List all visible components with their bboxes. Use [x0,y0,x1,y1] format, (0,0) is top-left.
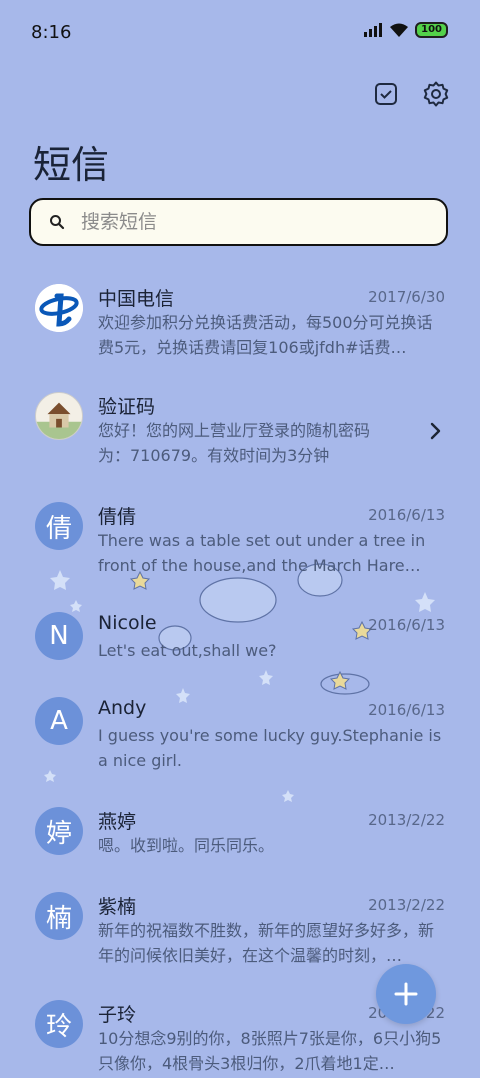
wifi-icon [390,23,409,37]
message-item-qianqian[interactable]: 倩 倩倩 2016/6/13 There was a table set out… [0,488,480,598]
message-item-andy[interactable]: A Andy 2016/6/13 I guess you're some luc… [0,683,480,793]
contact-avatar: 玲 [35,1000,83,1048]
page-title: 短信 [33,143,110,187]
signal-icon [364,23,383,37]
message-preview: 嗯。收到啦。同乐同乐。 [98,836,275,855]
chevron-right-icon[interactable] [430,422,442,444]
contact-avatar: 婷 [35,807,83,855]
message-sender: 子玲 [98,1004,137,1026]
message-preview: I guess you're some lucky guy.Stephanie … [98,726,442,770]
message-preview: Let's eat out,shall we? [98,641,277,660]
status-time: 8:16 [31,22,72,43]
plus-icon [394,982,418,1006]
message-date: 2017/6/30 [368,288,445,306]
message-list: 中国电信 2017/6/30 欢迎参加积分兑换话费活动，每500分可兑换话费5元… [0,270,480,1078]
contact-avatar: 倩 [35,502,83,550]
message-date: 2016/6/13 [368,701,445,719]
message-sender: 验证码 [98,396,156,418]
message-preview: 新年的祝福数不胜数，新年的愿望好多好多，新年的问候依旧美好，在这个温馨的时刻，… [98,921,435,965]
message-sender: 燕婷 [98,811,137,833]
china-telecom-logo [35,284,83,332]
status-bar: 8:16 100 [0,0,480,68]
contact-avatar: 楠 [35,892,83,940]
verification-avatar [35,392,83,440]
message-date: 2013/2/22 [368,811,445,829]
new-message-button[interactable] [376,964,436,1024]
message-sender: 紫楠 [98,896,137,918]
top-actions [372,80,450,108]
message-sender: 倩倩 [98,506,137,528]
settings-gear-icon [423,81,449,107]
message-date: 2016/6/13 [368,506,445,524]
search-icon [49,214,65,230]
message-date: 2016/6/13 [368,616,445,634]
message-preview: 您好！您的网上营业厅登录的随机密码为：710679。有效时间为3分钟 [98,421,371,465]
message-sender: Andy [98,697,147,719]
select-messages-button[interactable] [372,80,400,108]
search-bar[interactable] [29,198,448,246]
checkbox-icon [375,83,397,105]
message-item-china-telecom[interactable]: 中国电信 2017/6/30 欢迎参加积分兑换话费活动，每500分可兑换话费5元… [0,270,480,378]
message-item-yanting[interactable]: 婷 燕婷 2013/2/22 嗯。收到啦。同乐同乐。 [0,793,480,878]
message-sender: 中国电信 [98,288,175,310]
contact-avatar: A [35,697,83,745]
message-preview: There was a table set out under a tree i… [98,531,426,575]
message-date: 2013/2/22 [368,896,445,914]
message-item-nicole[interactable]: N Nicole 2016/6/13 Let's eat out,shall w… [0,598,480,683]
settings-button[interactable] [422,80,450,108]
status-icons: 100 [363,22,448,38]
contact-avatar: N [35,612,83,660]
message-sender: Nicole [98,612,157,634]
search-input[interactable] [79,210,403,234]
message-item-verification-code[interactable]: 验证码 您好！您的网上营业厅登录的随机密码为：710679。有效时间为3分钟 [0,378,480,488]
message-preview: 10分想念9别的你，8张照片7张是你，6只小狗5只像你，4根骨头3根归你，2爪着… [98,1029,442,1073]
battery-icon: 100 [415,22,448,38]
message-preview: 欢迎参加积分兑换话费活动，每500分可兑换话费5元，兑换话费请回复106或jfd… [98,313,433,357]
